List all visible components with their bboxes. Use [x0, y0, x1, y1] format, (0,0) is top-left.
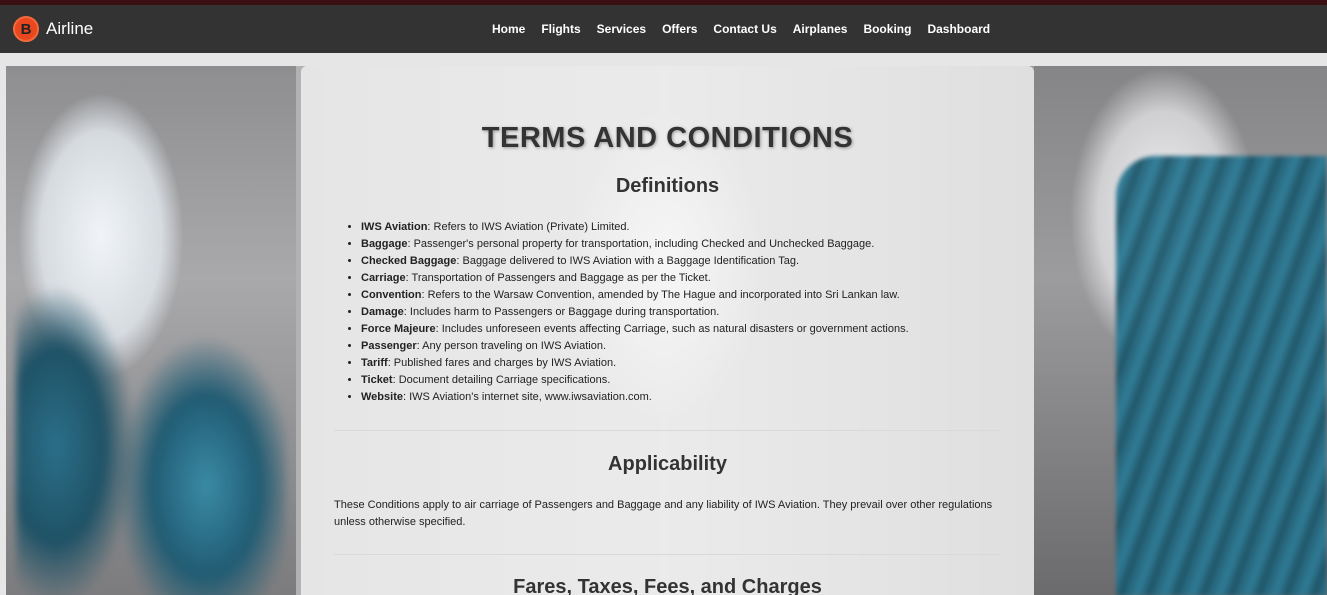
navbar: B Airline Home Flights Services Offers C…: [0, 5, 1327, 53]
fares-heading: Fares, Taxes, Fees, and Charges: [513, 576, 822, 595]
terms-card: TERMS AND CONDITIONS Definitions IWS Avi…: [301, 66, 1034, 595]
section-divider: [334, 430, 1000, 431]
applicability-text: These Conditions apply to air carriage o…: [334, 499, 993, 528]
list-item: IWS Aviation: Refers to IWS Aviation (Pr…: [361, 220, 981, 237]
list-item: Convention: Refers to the Warsaw Convent…: [361, 288, 981, 305]
list-item: Passenger: Any person traveling on IWS A…: [361, 339, 981, 356]
definitions-heading: Definitions: [615, 175, 720, 197]
nav-offers[interactable]: Offers: [654, 22, 705, 36]
logo-icon: B: [13, 16, 39, 42]
list-item: Carriage: Transportation of Passengers a…: [361, 271, 981, 288]
list-item: Damage: Includes harm to Passengers or B…: [361, 305, 981, 322]
brand[interactable]: B Airline: [13, 16, 93, 42]
nav-booking[interactable]: Booking: [855, 22, 919, 36]
nav-airplanes[interactable]: Airplanes: [785, 22, 856, 36]
list-item: Baggage: Passenger's personal property f…: [361, 237, 981, 254]
list-item: Tariff: Published fares and charges by I…: [361, 356, 981, 373]
section-divider: [334, 554, 1000, 555]
list-item: Force Majeure: Includes unforeseen event…: [361, 322, 981, 339]
list-item: Checked Baggage: Baggage delivered to IW…: [361, 254, 981, 271]
nav-flights[interactable]: Flights: [533, 22, 588, 36]
nav-contact-us[interactable]: Contact Us: [705, 22, 784, 36]
main-nav: Home Flights Services Offers Contact Us …: [484, 5, 998, 53]
page-title: TERMS AND CONDITIONS: [481, 122, 854, 154]
list-item: Website: IWS Aviation's internet site, w…: [361, 390, 981, 407]
nav-home[interactable]: Home: [484, 22, 533, 36]
background-seat-left: [16, 266, 286, 595]
nav-dashboard[interactable]: Dashboard: [919, 22, 998, 36]
list-item: Ticket: Document detailing Carriage spec…: [361, 373, 981, 390]
applicability-heading: Applicability: [608, 453, 727, 475]
nav-services[interactable]: Services: [589, 22, 654, 36]
background-seat-right: [1116, 156, 1327, 595]
brand-name: Airline: [46, 19, 94, 38]
definitions-list: IWS Aviation: Refers to IWS Aviation (Pr…: [361, 220, 981, 407]
